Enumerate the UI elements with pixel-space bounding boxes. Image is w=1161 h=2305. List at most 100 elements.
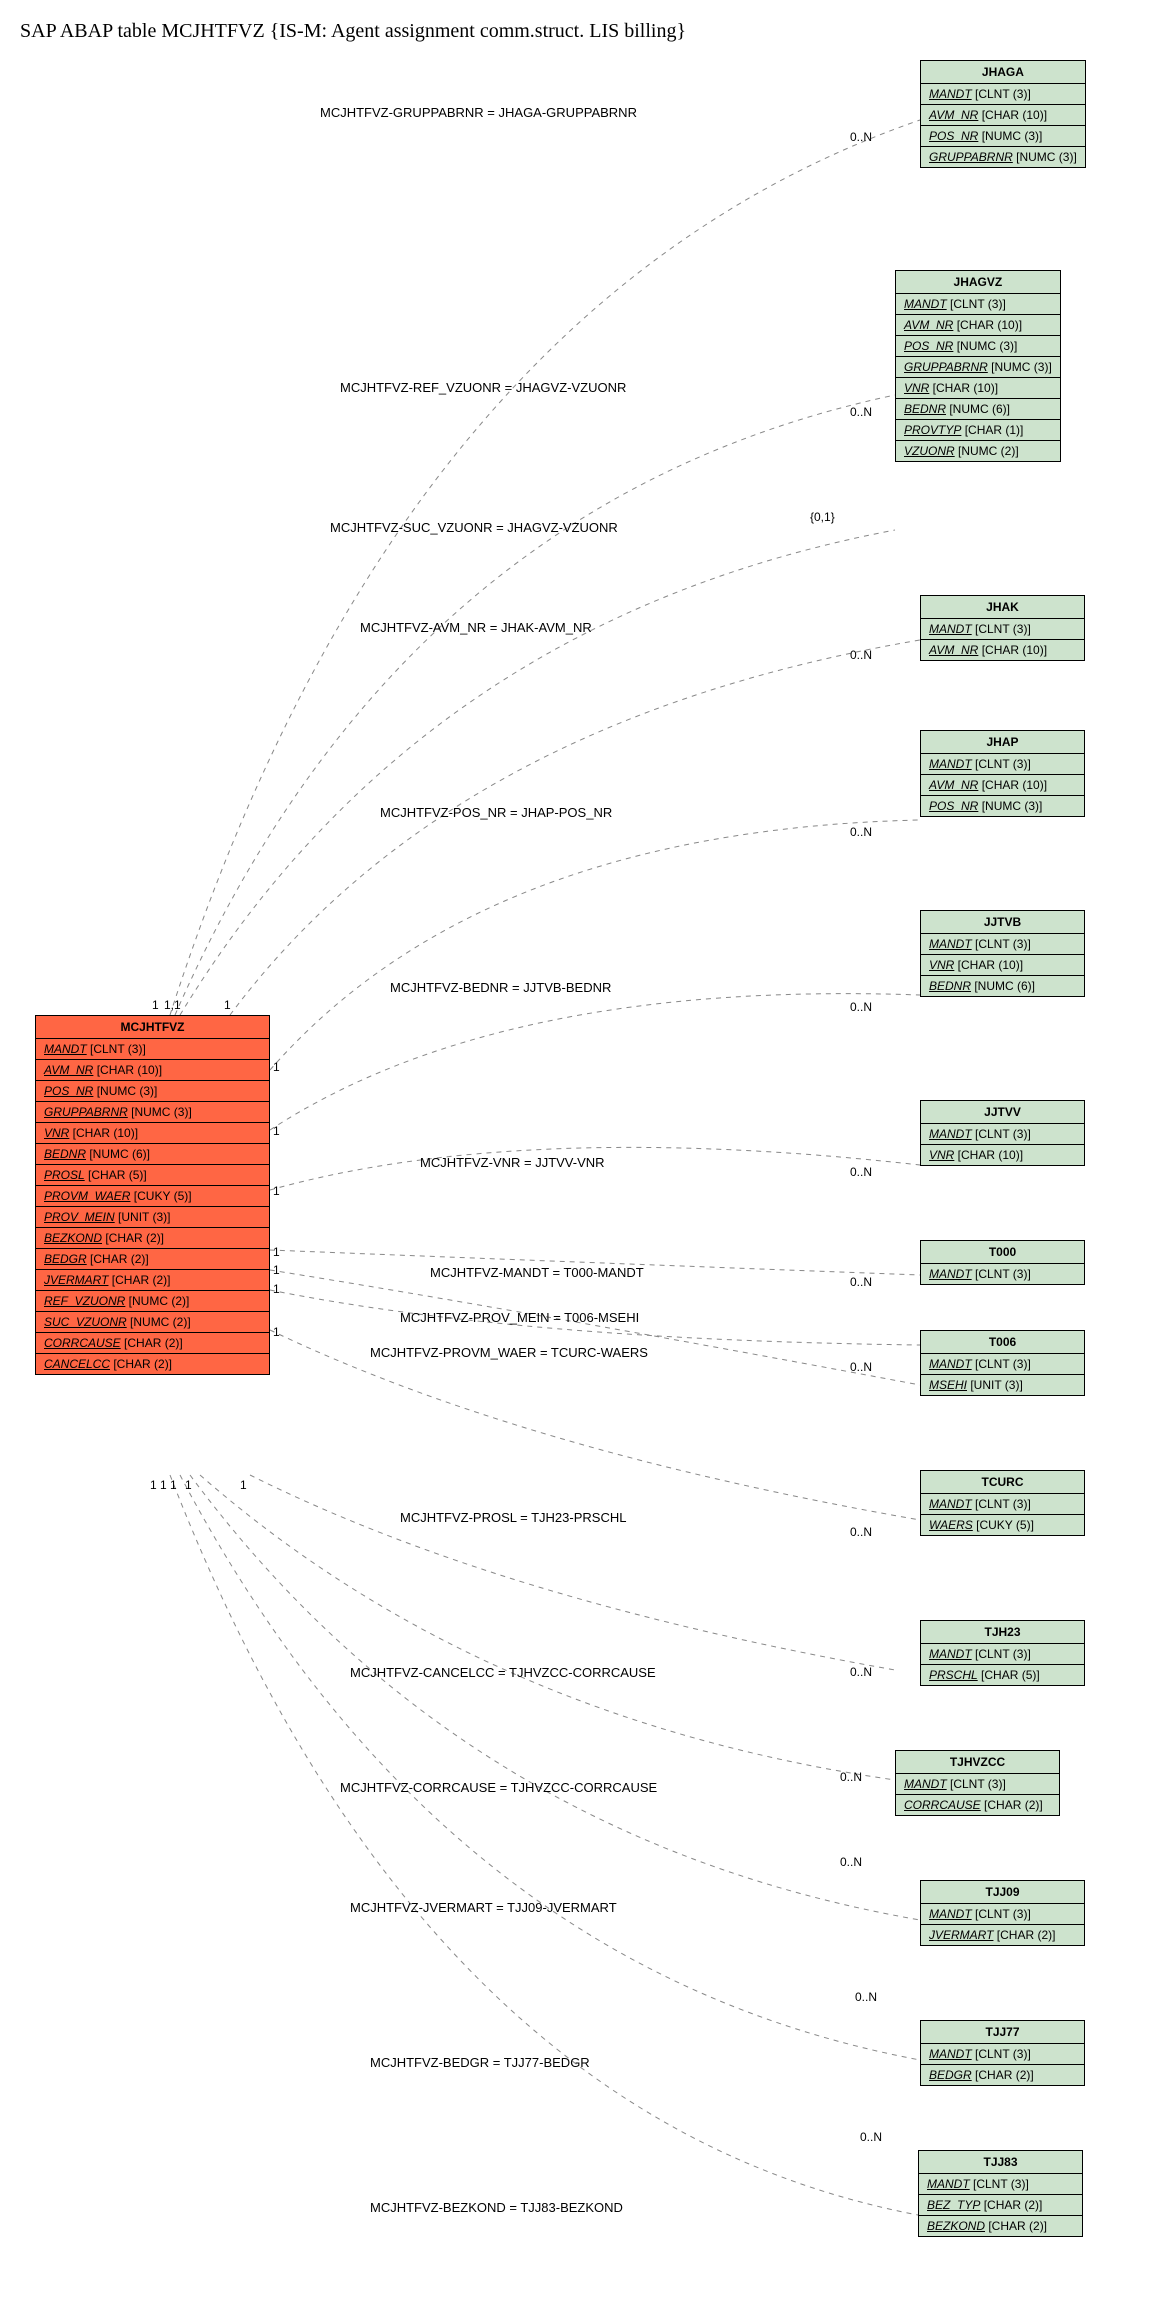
edge-label: MCJHTFVZ-SUC_VZUONR = JHAGVZ-VZUONR	[330, 520, 618, 535]
card-left: 1	[273, 1282, 280, 1296]
field-row: VNR [CHAR (10)]	[921, 1145, 1084, 1165]
field-row: MANDT [CLNT (3)]	[921, 2044, 1084, 2065]
field-row: BEDGR [CHAR (2)]	[36, 1249, 269, 1270]
field-row: MANDT [CLNT (3)]	[36, 1039, 269, 1060]
entity-header: JHAP	[921, 731, 1084, 754]
card-right: 0..N	[850, 405, 872, 419]
field-row: BEDNR [NUMC (6)]	[36, 1144, 269, 1165]
field-row: JVERMART [CHAR (2)]	[36, 1270, 269, 1291]
field-row: MANDT [CLNT (3)]	[921, 1264, 1084, 1284]
field-row: BEDNR [NUMC (6)]	[921, 976, 1084, 996]
edge-label: MCJHTFVZ-GRUPPABRNR = JHAGA-GRUPPABRNR	[320, 105, 637, 120]
field-row: PROSL [CHAR (5)]	[36, 1165, 269, 1186]
field-row: VNR [CHAR (10)]	[896, 378, 1060, 399]
card-left: 1	[160, 1478, 167, 1492]
entity-tjj83: TJJ83MANDT [CLNT (3)]BEZ_TYP [CHAR (2)]B…	[918, 2150, 1083, 2237]
card-left: 1	[273, 1060, 280, 1074]
entity-tjj09: TJJ09MANDT [CLNT (3)]JVERMART [CHAR (2)]	[920, 1880, 1085, 1946]
card-right: 0..N	[850, 130, 872, 144]
field-row: MANDT [CLNT (3)]	[921, 619, 1084, 640]
entity-header: TCURC	[921, 1471, 1084, 1494]
field-row: MANDT [CLNT (3)]	[921, 1124, 1084, 1145]
card-right: 0..N	[850, 1525, 872, 1539]
card-right: 0..N	[855, 1990, 877, 2004]
field-row: AVM_NR [CHAR (10)]	[36, 1060, 269, 1081]
card-left: 1	[273, 1263, 280, 1277]
field-row: CORRCAUSE [CHAR (2)]	[36, 1333, 269, 1354]
field-row: MANDT [CLNT (3)]	[921, 1904, 1084, 1925]
field-row: JVERMART [CHAR (2)]	[921, 1925, 1084, 1945]
entity-jhap: JHAPMANDT [CLNT (3)]AVM_NR [CHAR (10)]PO…	[920, 730, 1085, 817]
entity-jhak: JHAKMANDT [CLNT (3)]AVM_NR [CHAR (10)]	[920, 595, 1085, 661]
field-row: POS_NR [NUMC (3)]	[921, 796, 1084, 816]
field-row: POS_NR [NUMC (3)]	[921, 126, 1085, 147]
card-right: 0..N	[850, 648, 872, 662]
edge-label: MCJHTFVZ-POS_NR = JHAP-POS_NR	[380, 805, 612, 820]
card-left: 1	[152, 998, 159, 1012]
entity-header: TJJ09	[921, 1881, 1084, 1904]
field-row: BEZ_TYP [CHAR (2)]	[919, 2195, 1082, 2216]
edge-label: MCJHTFVZ-CANCELCC = TJHVZCC-CORRCAUSE	[350, 1665, 656, 1680]
card-left: 1	[273, 1124, 280, 1138]
entity-header: MCJHTFVZ	[36, 1016, 269, 1039]
page-title: SAP ABAP table MCJHTFVZ {IS-M: Agent ass…	[20, 20, 1161, 43]
card-right: 0..N	[850, 1665, 872, 1679]
entity-t000: T000MANDT [CLNT (3)]	[920, 1240, 1085, 1285]
entity-tjj77: TJJ77MANDT [CLNT (3)]BEDGR [CHAR (2)]	[920, 2020, 1085, 2086]
field-row: MANDT [CLNT (3)]	[921, 1354, 1084, 1375]
field-row: MANDT [CLNT (3)]	[896, 1774, 1059, 1795]
entity-header: JHAGA	[921, 61, 1085, 84]
entity-jjtvv: JJTVVMANDT [CLNT (3)]VNR [CHAR (10)]	[920, 1100, 1085, 1166]
card-right: 0..N	[850, 1275, 872, 1289]
field-row: PROVTYP [CHAR (1)]	[896, 420, 1060, 441]
entity-header: TJJ77	[921, 2021, 1084, 2044]
entity-header: TJH23	[921, 1621, 1084, 1644]
entity-header: TJHVZCC	[896, 1751, 1059, 1774]
edge-label: MCJHTFVZ-PROVM_WAER = TCURC-WAERS	[370, 1345, 648, 1360]
entity-fields: MANDT [CLNT (3)]AVM_NR [CHAR (10)]POS_NR…	[36, 1039, 269, 1374]
entity-header: JHAGVZ	[896, 271, 1060, 294]
card-left: 1	[273, 1245, 280, 1259]
edge-label: MCJHTFVZ-CORRCAUSE = TJHVZCC-CORRCAUSE	[340, 1780, 657, 1795]
field-row: POS_NR [NUMC (3)]	[36, 1081, 269, 1102]
field-row: AVM_NR [CHAR (10)]	[921, 640, 1084, 660]
card-right: 0..N	[850, 1360, 872, 1374]
field-row: POS_NR [NUMC (3)]	[896, 336, 1060, 357]
entity-jhagvz: JHAGVZMANDT [CLNT (3)]AVM_NR [CHAR (10)]…	[895, 270, 1061, 462]
field-row: GRUPPABRNR [NUMC (3)]	[36, 1102, 269, 1123]
field-row: WAERS [CUKY (5)]	[921, 1515, 1084, 1535]
entity-t006: T006MANDT [CLNT (3)]MSEHI [UNIT (3)]	[920, 1330, 1085, 1396]
field-row: GRUPPABRNR [NUMC (3)]	[921, 147, 1085, 167]
field-row: AVM_NR [CHAR (10)]	[896, 315, 1060, 336]
field-row: MANDT [CLNT (3)]	[919, 2174, 1082, 2195]
card-left: 1	[273, 1184, 280, 1198]
card-right: 0..N	[850, 1000, 872, 1014]
field-row: MANDT [CLNT (3)]	[921, 1644, 1084, 1665]
card-left: 1	[273, 1325, 280, 1339]
field-row: MANDT [CLNT (3)]	[921, 1494, 1084, 1515]
entity-header: JJTVB	[921, 911, 1084, 934]
field-row: VNR [CHAR (10)]	[921, 955, 1084, 976]
entity-header: T000	[921, 1241, 1084, 1264]
card-right: 0..N	[860, 2130, 882, 2144]
field-row: MANDT [CLNT (3)]	[921, 754, 1084, 775]
entity-tjhvzcc: TJHVZCCMANDT [CLNT (3)]CORRCAUSE [CHAR (…	[895, 1750, 1060, 1816]
card-left: 1	[170, 1478, 177, 1492]
entity-jjtvb: JJTVBMANDT [CLNT (3)]VNR [CHAR (10)]BEDN…	[920, 910, 1085, 997]
field-row: CORRCAUSE [CHAR (2)]	[896, 1795, 1059, 1815]
field-row: BEDNR [NUMC (6)]	[896, 399, 1060, 420]
edge-label: MCJHTFVZ-MANDT = T000-MANDT	[430, 1265, 644, 1280]
field-row: MANDT [CLNT (3)]	[921, 84, 1085, 105]
field-row: SUC_VZUONR [NUMC (2)]	[36, 1312, 269, 1333]
card-left: 1	[224, 998, 231, 1012]
field-row: PROVM_WAER [CUKY (5)]	[36, 1186, 269, 1207]
edge-label: MCJHTFVZ-BEDGR = TJJ77-BEDGR	[370, 2055, 590, 2070]
card-right: 0..N	[840, 1855, 862, 1869]
field-row: BEDGR [CHAR (2)]	[921, 2065, 1084, 2085]
card-left: 1	[185, 1478, 192, 1492]
entity-header: JJTVV	[921, 1101, 1084, 1124]
edge-label: MCJHTFVZ-REF_VZUONR = JHAGVZ-VZUONR	[340, 380, 626, 395]
entity-header: T006	[921, 1331, 1084, 1354]
edge-label: MCJHTFVZ-PROV_MEIN = T006-MSEHI	[400, 1310, 639, 1325]
card-right: {0,1}	[810, 510, 835, 524]
